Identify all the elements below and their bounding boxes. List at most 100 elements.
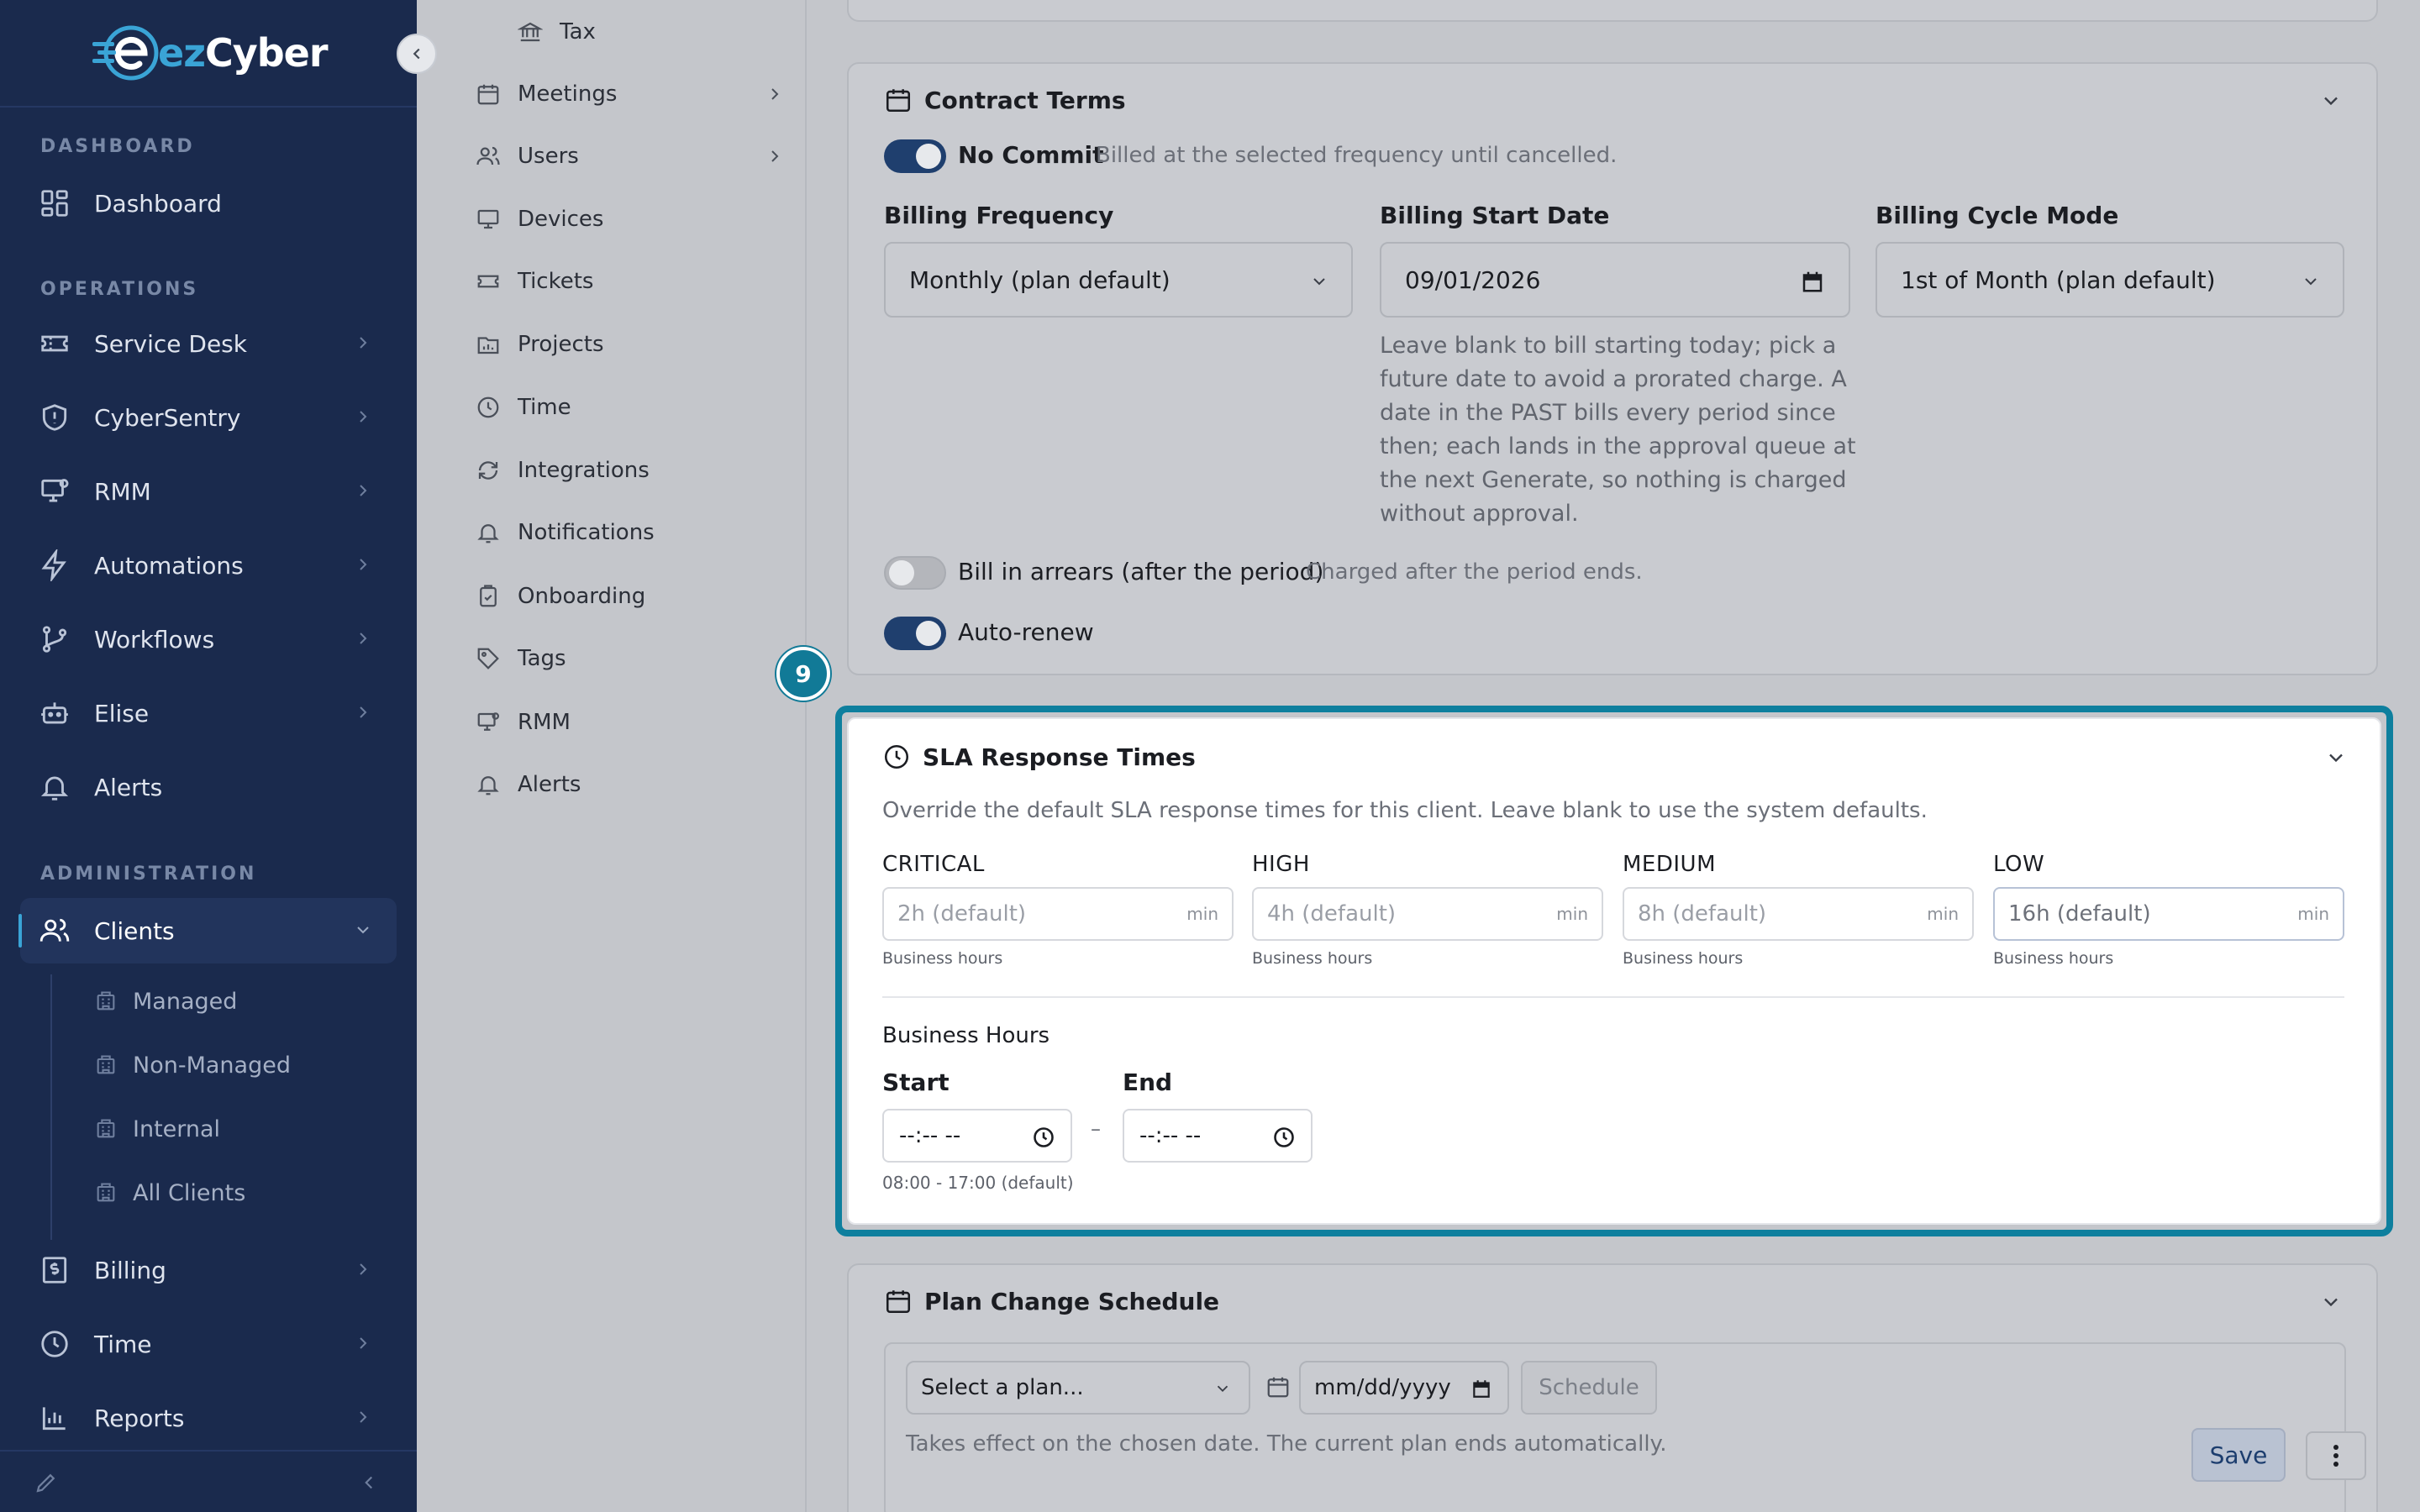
lightning-icon <box>37 548 72 583</box>
sidebar-subitem-internal[interactable]: Internal <box>94 1104 220 1154</box>
subnav-item-label: Alerts <box>518 772 581 797</box>
billing-start-date-input[interactable]: 09/01/2026 <box>1380 242 1850 318</box>
sidebar-item-reports[interactable]: Reports <box>20 1385 397 1451</box>
date-value: 09/01/2026 <box>1405 265 1541 294</box>
chart-icon <box>37 1400 72 1436</box>
sidebar-subitem-non-managed[interactable]: Non-Managed <box>94 1040 291 1090</box>
sidebar-divider <box>0 106 417 108</box>
billing-frequency-select[interactable]: Monthly (plan default) <box>884 242 1353 318</box>
brand-wordmark: ezCyber <box>158 30 329 76</box>
chevron-right-icon <box>360 411 367 423</box>
sidebar-item-label: Reports <box>94 1404 185 1432</box>
ticket-icon <box>37 326 72 361</box>
subnav-item-tax[interactable]: Tax <box>516 7 768 57</box>
bill-in-arrears-toggle[interactable] <box>884 556 946 590</box>
sidebar-subitem-label: All Clients <box>133 1179 246 1206</box>
save-button[interactable]: Save <box>2191 1428 2286 1482</box>
calendar-icon[interactable] <box>1800 269 1825 294</box>
contract-terms-header[interactable]: Contract Terms <box>884 86 1126 114</box>
subnav-item-devices[interactable]: Devices <box>474 194 785 244</box>
chevron-right-icon <box>360 337 367 349</box>
client-section-nav: Tax Meetings Users Devices Tickets Proje… <box>417 0 807 1512</box>
chevron-down-icon[interactable] <box>2319 89 2343 113</box>
calendar-icon <box>886 1290 911 1314</box>
plan-change-hint: Takes effect on the chosen date. The cur… <box>906 1431 1667 1457</box>
brand-logo[interactable]: ezCyber <box>91 18 329 87</box>
plan-change-header[interactable]: Plan Change Schedule <box>884 1287 1219 1315</box>
sidebar-item-workflows[interactable]: Workflows <box>20 606 397 672</box>
bell-icon <box>474 518 502 547</box>
sidebar-item-elise[interactable]: Elise <box>20 680 397 746</box>
grid-icon <box>37 186 72 221</box>
date-value: mm/dd/yyyy <box>1314 1375 1451 1400</box>
bill-in-arrears-hint: Charged after the period ends. <box>1306 559 1643 585</box>
calendar-icon[interactable] <box>1470 1378 1492 1399</box>
subnav-item-notifications[interactable]: Notifications <box>474 507 785 558</box>
sidebar-item-service-desk[interactable]: Service Desk <box>20 311 397 376</box>
help-line: date in the PAST bills every period sinc… <box>1380 400 1836 426</box>
branch-icon <box>37 622 72 657</box>
subnav-item-alerts[interactable]: Alerts <box>474 759 785 810</box>
billing-cycle-mode-select[interactable]: 1st of Month (plan default) <box>1876 242 2344 318</box>
subnav-item-projects[interactable]: Projects <box>474 319 785 370</box>
no-commit-toggle[interactable] <box>884 139 946 173</box>
toggle-knob <box>889 560 914 585</box>
subnav-item-tickets[interactable]: Tickets <box>474 256 785 307</box>
sidebar-subitem-all-clients[interactable]: All Clients <box>94 1168 245 1218</box>
plan-select[interactable]: Select a plan... <box>906 1361 1250 1415</box>
subnav-item-label: Tickets <box>518 269 594 294</box>
sidebar-item-label: CyberSentry <box>94 403 241 432</box>
subnav-item-onboarding[interactable]: Onboarding <box>474 571 785 622</box>
section-label-operations: OPERATIONS <box>40 279 199 300</box>
sidebar-item-label: RMM <box>94 477 151 506</box>
contract-terms-card: Contract Terms No Commit Billed at the s… <box>847 62 2378 675</box>
sidebar-item-billing[interactable]: Billing <box>20 1237 397 1303</box>
sidebar-item-rmm[interactable]: RMM <box>20 459 397 524</box>
plan-change-date-input[interactable]: mm/dd/yyyy <box>1299 1361 1509 1415</box>
subnav-item-meetings[interactable]: Meetings <box>474 69 785 119</box>
sidebar-collapse-button[interactable] <box>397 34 437 74</box>
building-icon <box>97 1055 115 1074</box>
billing-cycle-mode-label: Billing Cycle Mode <box>1876 202 2119 229</box>
sidebar-subitem-managed[interactable]: Managed <box>94 976 237 1026</box>
toggle-knob <box>916 621 941 646</box>
bell-icon <box>37 769 72 805</box>
sidebar-item-dashboard[interactable]: Dashboard <box>20 171 397 236</box>
schedule-button[interactable]: Schedule <box>1521 1361 1657 1415</box>
section-label-dashboard: DASHBOARD <box>40 136 195 157</box>
chevron-right-icon <box>360 1411 367 1423</box>
calendar-icon <box>886 89 911 113</box>
billing-frequency-label: Billing Frequency <box>884 202 1114 229</box>
subnav-item-integrations[interactable]: Integrations <box>474 445 785 496</box>
tour-highlight-outline <box>835 706 2393 1236</box>
subnav-item-time[interactable]: Time <box>474 382 785 433</box>
sidebar-item-alerts[interactable]: Alerts <box>20 754 397 820</box>
subnav-item-label: RMM <box>518 710 571 735</box>
subnav-item-users[interactable]: Users <box>474 131 785 181</box>
subnav-item-rmm[interactable]: RMM <box>474 697 785 748</box>
select-value: Monthly (plan default) <box>909 265 1171 294</box>
bank-icon <box>516 18 544 46</box>
subnav-item-label: Projects <box>518 332 604 357</box>
help-line: without approval. <box>1380 501 1579 527</box>
help-line: the next Generate, so nothing is charged <box>1380 467 1847 493</box>
chevron-right-icon <box>360 1263 367 1275</box>
sidebar-subitem-label: Managed <box>133 988 238 1015</box>
sidebar-item-automations[interactable]: Automations <box>20 533 397 598</box>
sidebar-item-cybersentry[interactable]: CyberSentry <box>20 385 397 450</box>
chevron-right-icon <box>360 559 367 570</box>
subnav-item-tags[interactable]: Tags <box>474 633 785 684</box>
chevron-down-icon[interactable] <box>2319 1290 2343 1314</box>
clock-icon <box>474 393 502 422</box>
chevron-left-icon[interactable] <box>358 1472 380 1494</box>
tour-step-badge: 9 <box>776 647 830 701</box>
sidebar-item-time[interactable]: Time <box>20 1311 397 1377</box>
more-actions-button[interactable] <box>2306 1431 2366 1480</box>
users-icon <box>37 913 72 948</box>
pencil-icon[interactable] <box>34 1470 59 1495</box>
plan-change-schedule-card: Plan Change Schedule Select a plan... mm… <box>847 1263 2378 1512</box>
chevron-left-icon <box>413 48 420 60</box>
sidebar-item-clients[interactable]: Clients <box>20 898 397 963</box>
auto-renew-toggle[interactable] <box>884 617 946 650</box>
tag-icon <box>474 644 502 673</box>
